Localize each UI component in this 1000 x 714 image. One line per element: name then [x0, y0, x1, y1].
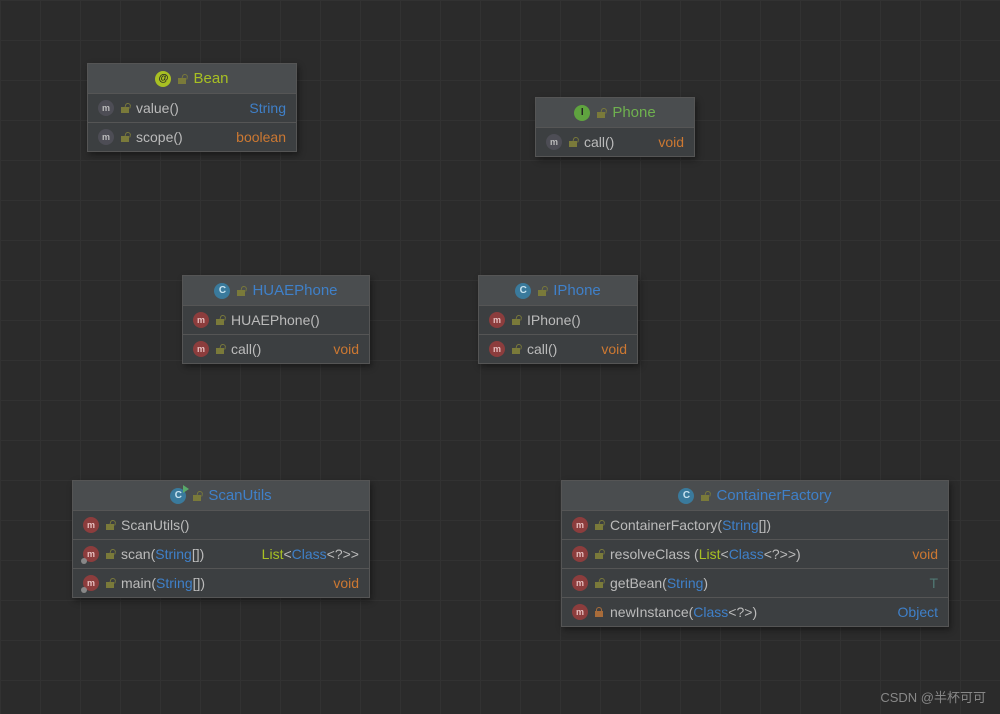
- class-title: ScanUtils: [208, 487, 271, 504]
- member-row[interactable]: m scope() boolean: [88, 122, 296, 151]
- return-type: void: [319, 341, 359, 357]
- method-icon: m: [193, 341, 209, 357]
- member-name: call(): [231, 341, 261, 357]
- lock-icon: [511, 344, 521, 354]
- lock-icon: [594, 520, 604, 530]
- class-huaephone[interactable]: C HUAEPhone m HUAEPhone() m call() void: [182, 275, 370, 364]
- member-row[interactable]: m ContainerFactory(String[]): [562, 511, 948, 539]
- member-name: call(): [527, 341, 557, 357]
- member-row[interactable]: m getBean(String) T: [562, 568, 948, 597]
- lock-icon: [594, 578, 604, 588]
- member-name: call(): [584, 134, 614, 150]
- member-name: HUAEPhone(): [231, 312, 320, 328]
- class-iphone[interactable]: C IPhone m IPhone() m call() void: [478, 275, 638, 364]
- member-row[interactable]: m newInstance(Class<?>) Object: [562, 597, 948, 626]
- return-type: void: [644, 134, 684, 150]
- member-name: ScanUtils(): [121, 517, 189, 533]
- lock-icon: [594, 549, 604, 559]
- lock-icon: [105, 520, 115, 530]
- annotation-icon: @: [155, 71, 171, 87]
- return-type: Object: [884, 604, 938, 620]
- member-row[interactable]: m call() void: [183, 334, 369, 363]
- method-icon: m: [489, 312, 505, 328]
- static-method-icon: m: [83, 546, 99, 562]
- class-title: Phone: [612, 104, 655, 121]
- lock-icon: [215, 315, 225, 325]
- member-name: main(String[]): [121, 575, 205, 591]
- class-title: ContainerFactory: [716, 487, 831, 504]
- method-icon: m: [193, 312, 209, 328]
- lock-icon: [236, 286, 246, 296]
- class-icon: C: [678, 488, 694, 504]
- member-name: scan(String[]): [121, 546, 204, 562]
- runnable-class-icon: C: [170, 488, 186, 504]
- method-icon: m: [98, 129, 114, 145]
- private-lock-icon: [594, 607, 604, 617]
- class-header: C ContainerFactory: [562, 481, 948, 511]
- method-icon: m: [572, 546, 588, 562]
- return-type: void: [898, 546, 938, 562]
- method-icon: m: [489, 341, 505, 357]
- class-title: HUAEPhone: [252, 282, 337, 299]
- return-type: void: [587, 341, 627, 357]
- lock-icon: [105, 578, 115, 588]
- lock-icon: [192, 491, 202, 501]
- member-row[interactable]: m scan(String[]) List<Class<?>>: [73, 539, 369, 568]
- class-icon: C: [515, 283, 531, 299]
- method-icon: m: [572, 575, 588, 591]
- return-type: void: [319, 575, 359, 591]
- class-containerfactory[interactable]: C ContainerFactory m ContainerFactory(St…: [561, 480, 949, 627]
- member-name: resolveClass (List<Class<?>>): [610, 546, 801, 562]
- class-scanutils[interactable]: C ScanUtils m ScanUtils() m scan(String[…: [72, 480, 370, 598]
- method-icon: m: [572, 604, 588, 620]
- member-row[interactable]: m main(String[]) void: [73, 568, 369, 597]
- return-type: List<Class<?>>: [248, 546, 359, 562]
- method-icon: m: [98, 100, 114, 116]
- member-row[interactable]: m HUAEPhone(): [183, 306, 369, 334]
- method-icon: m: [83, 517, 99, 533]
- lock-icon: [568, 137, 578, 147]
- member-name: value(): [136, 100, 179, 116]
- return-type: String: [235, 100, 286, 116]
- lock-icon: [215, 344, 225, 354]
- class-header: C ScanUtils: [73, 481, 369, 511]
- class-header: I Phone: [536, 98, 694, 128]
- member-row[interactable]: m call() void: [479, 334, 637, 363]
- lock-icon: [105, 549, 115, 559]
- member-name: scope(): [136, 129, 183, 145]
- class-title: Bean: [193, 70, 228, 87]
- member-name: ContainerFactory(String[]): [610, 517, 771, 533]
- class-header: C IPhone: [479, 276, 637, 306]
- member-row[interactable]: m IPhone(): [479, 306, 637, 334]
- lock-icon: [511, 315, 521, 325]
- interface-phone[interactable]: I Phone m call() void: [535, 97, 695, 157]
- method-icon: m: [572, 517, 588, 533]
- member-name: newInstance(Class<?>): [610, 604, 757, 620]
- class-header: @ Bean: [88, 64, 296, 94]
- member-row[interactable]: m call() void: [536, 128, 694, 156]
- lock-icon: [596, 108, 606, 118]
- member-row[interactable]: m value() String: [88, 94, 296, 122]
- watermark: CSDN @半杯可可: [880, 687, 986, 706]
- member-row[interactable]: m resolveClass (List<Class<?>>) void: [562, 539, 948, 568]
- member-row[interactable]: m ScanUtils(): [73, 511, 369, 539]
- class-title: IPhone: [553, 282, 601, 299]
- return-type: boolean: [222, 129, 286, 145]
- method-icon: m: [546, 134, 562, 150]
- lock-icon: [120, 103, 130, 113]
- member-name: IPhone(): [527, 312, 581, 328]
- return-type: T: [915, 575, 938, 591]
- static-method-icon: m: [83, 575, 99, 591]
- class-icon: C: [214, 283, 230, 299]
- interface-icon: I: [574, 105, 590, 121]
- lock-icon: [537, 286, 547, 296]
- lock-icon: [177, 74, 187, 84]
- member-name: getBean(String): [610, 575, 708, 591]
- lock-icon: [120, 132, 130, 142]
- class-header: C HUAEPhone: [183, 276, 369, 306]
- class-bean[interactable]: @ Bean m value() String m scope() boolea…: [87, 63, 297, 152]
- lock-icon: [700, 491, 710, 501]
